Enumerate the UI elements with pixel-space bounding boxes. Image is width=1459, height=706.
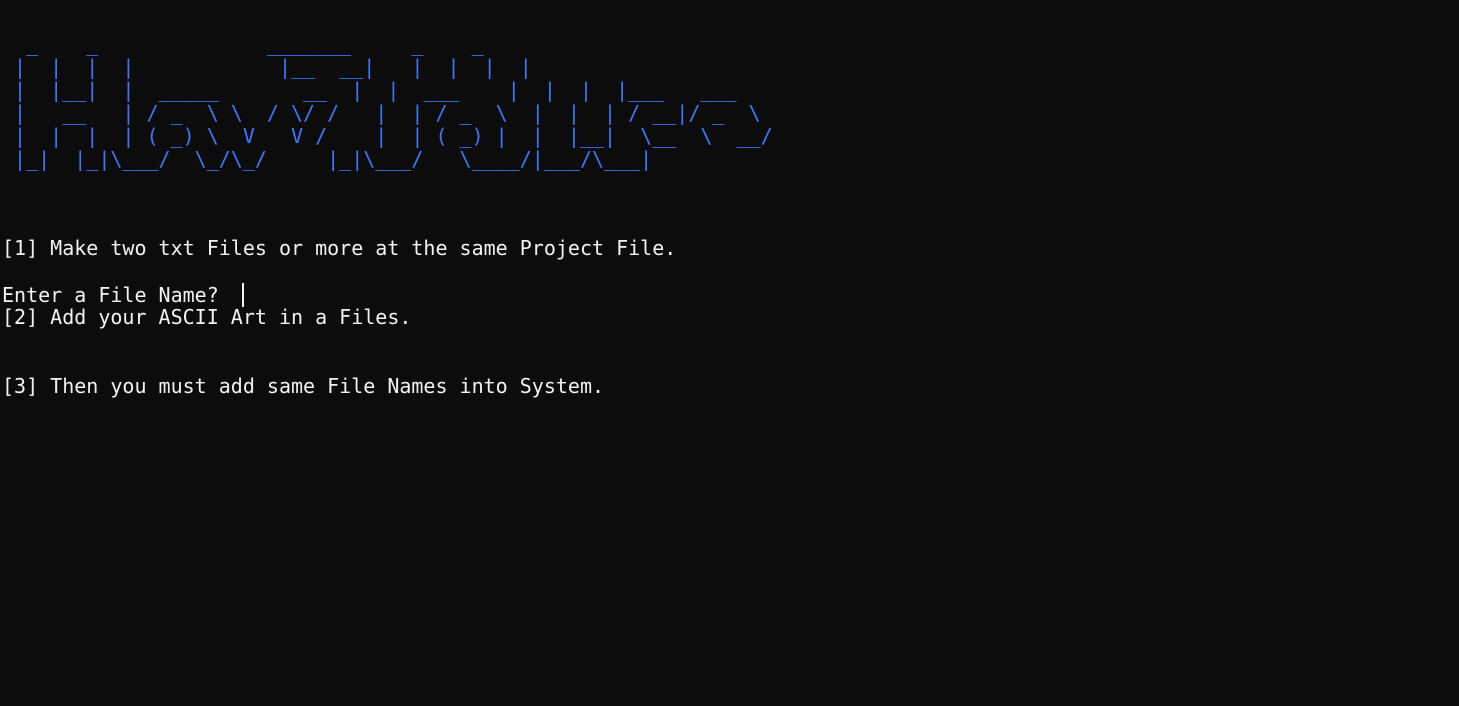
file-name-prompt[interactable]: Enter a File Name? (2, 283, 244, 307)
instruction-line-3: [3] Then you must add same File Names in… (2, 374, 605, 398)
prompt-label: Enter a File Name? (2, 282, 231, 307)
how-to-use-ascii-banner: _ _ _______ _ _ | | | | |__ __| | | | | … (14, 32, 773, 171)
text-cursor (241, 283, 244, 307)
file-name-input[interactable] (231, 284, 241, 307)
instruction-list: [1] Make two txt Files or more at the sa… (2, 191, 676, 444)
instruction-line-2: [2] Add your ASCII Art in a Files. (2, 305, 412, 329)
instruction-line-1: [1] Make two txt Files or more at the sa… (2, 236, 677, 260)
console-window[interactable]: _ _ _______ _ _ | | | | |__ __| | | | | … (0, 0, 1459, 706)
